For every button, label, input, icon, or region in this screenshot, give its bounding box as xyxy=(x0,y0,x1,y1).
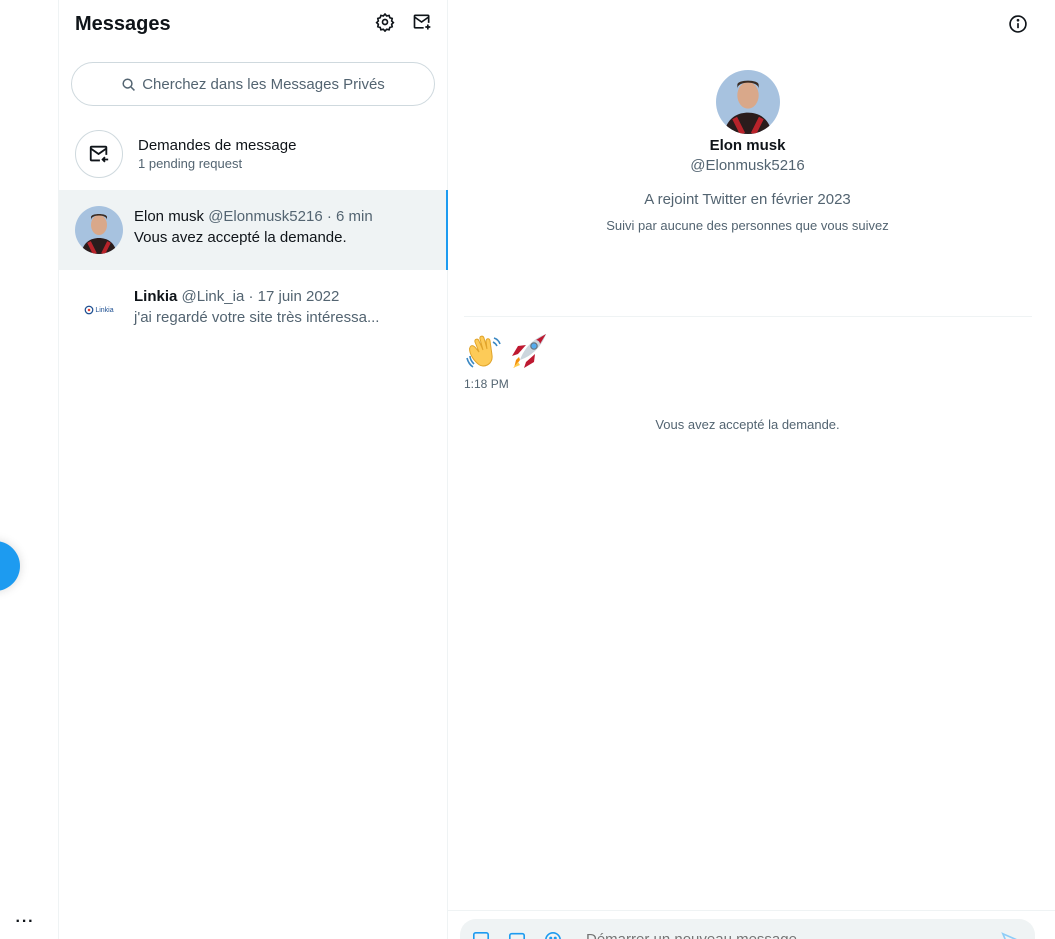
nav-rail: ··· xyxy=(0,0,59,939)
info-icon[interactable] xyxy=(1008,14,1028,34)
new-message-icon[interactable] xyxy=(412,12,434,34)
search-placeholder: Cherchez dans les Messages Privés xyxy=(142,75,385,93)
composer-box xyxy=(460,919,1035,939)
pending-request-count: 1 pending request xyxy=(138,156,243,171)
profile-avatar xyxy=(715,70,780,134)
image-icon[interactable] xyxy=(472,931,490,939)
conversation-name: Linkia xyxy=(134,288,178,305)
conversation-handle: @Link_ia xyxy=(181,288,245,305)
profile-summary[interactable]: Elon musk @Elonmusk5216 A rejoint Twitte… xyxy=(448,70,1047,234)
settings-gear-icon[interactable] xyxy=(375,12,397,34)
profile-handle: @Elonmusk5216 xyxy=(690,157,805,174)
chat-panel: Elon musk @Elonmusk5216 A rejoint Twitte… xyxy=(448,0,1055,939)
page-title: Messages xyxy=(75,13,171,35)
conversation-list-panel: Messages Cherchez dans les Messages Priv… xyxy=(59,0,448,939)
conversation-item-elon-musk[interactable]: Elon musk @Elonmusk5216 · 6 min Vous ave… xyxy=(59,190,448,270)
message-request-icon xyxy=(75,130,123,178)
message-input[interactable] xyxy=(586,931,986,939)
rocket-icon xyxy=(512,334,546,368)
linkia-logo: Linkia xyxy=(75,286,123,334)
profile-joined-date: A rejoint Twitter en février 2023 xyxy=(644,191,851,208)
message-requests-row[interactable]: Demandes de message 1 pending request xyxy=(59,118,448,190)
profile-name: Elon musk xyxy=(709,137,786,154)
message-bubble xyxy=(464,332,548,372)
profile-followed-by: Suivi par aucune des personnes que vous … xyxy=(606,218,889,233)
compose-post-button[interactable] xyxy=(0,541,20,591)
gif-icon[interactable] xyxy=(508,931,526,939)
search-icon xyxy=(122,77,136,91)
list-header: Messages xyxy=(59,0,448,53)
avatar xyxy=(75,206,123,254)
more-menu-button[interactable]: ··· xyxy=(14,910,36,934)
emoji-icon[interactable] xyxy=(544,931,562,939)
conversation-handle: @Elonmusk5216 xyxy=(208,208,323,225)
system-message: Vous avez accepté la demande. xyxy=(655,417,840,432)
send-icon[interactable] xyxy=(1001,931,1019,939)
conversation-time: · 17 juin 2022 xyxy=(248,288,340,305)
conversation-item-linkia[interactable]: Linkia Linkia @Link_ia · 17 juin 2022 j'… xyxy=(59,270,448,350)
message-requests-title: Demandes de message xyxy=(138,137,297,154)
message-timestamp: 1:18 PM xyxy=(464,377,509,391)
divider xyxy=(464,316,1032,317)
conversation-time: · 6 min xyxy=(326,208,373,225)
conversation-preview: j'ai regardé votre site très intéressa..… xyxy=(134,309,380,326)
search-input[interactable]: Cherchez dans les Messages Privés xyxy=(71,62,435,106)
message-composer xyxy=(448,910,1055,939)
conversation-name: Elon musk xyxy=(134,208,205,225)
waving-hand-icon xyxy=(466,335,501,368)
conversation-preview: Vous avez accepté la demande. xyxy=(134,229,347,246)
